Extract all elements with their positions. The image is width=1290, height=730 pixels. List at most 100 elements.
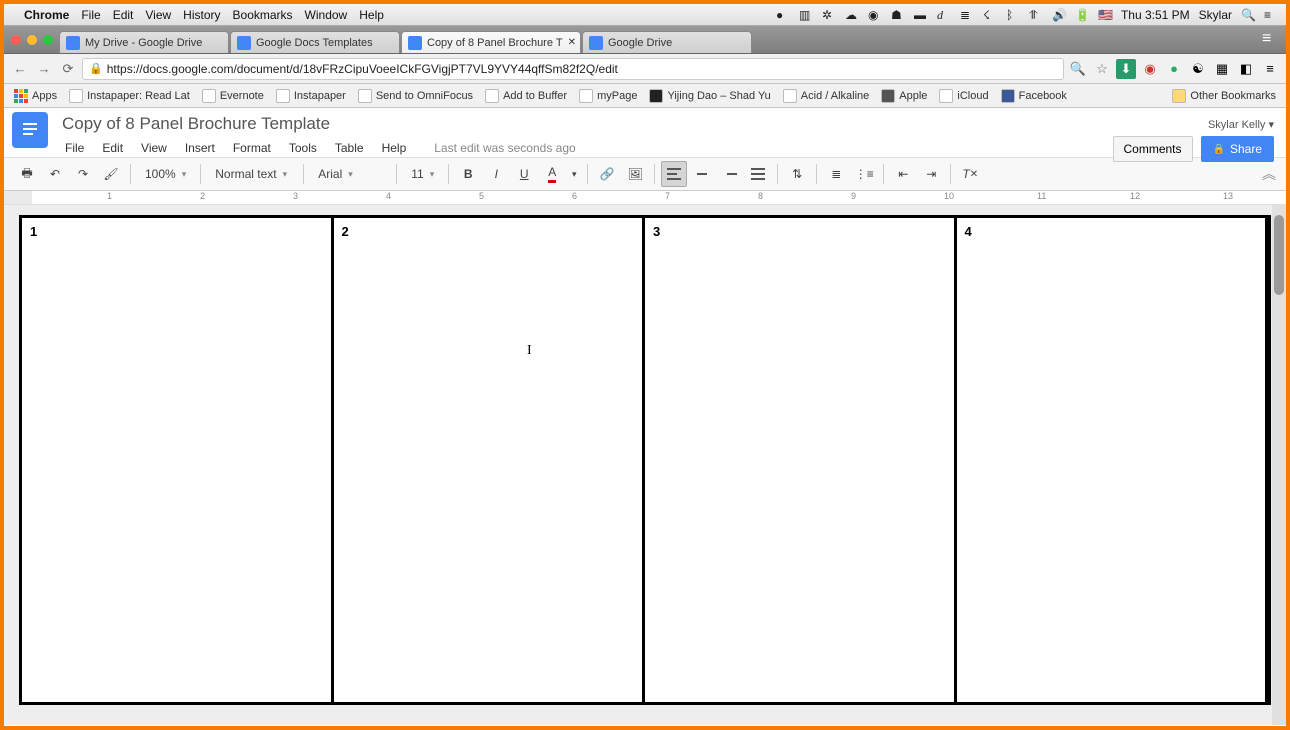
horizontal-ruler[interactable]: 1 2 3 4 5 6 7 8 9 10 11 12 13 xyxy=(4,191,1286,205)
other-bookmarks-button[interactable]: Other Bookmarks xyxy=(1168,89,1280,103)
document-title[interactable]: Copy of 8 Panel Brochure Template xyxy=(58,112,1278,136)
wifi-icon[interactable]: ⥣ xyxy=(1029,8,1043,22)
volume-icon[interactable]: 🔊 xyxy=(1052,8,1066,22)
menubar-icon[interactable]: ● xyxy=(776,8,790,22)
close-window-button[interactable] xyxy=(11,35,21,45)
align-justify-button[interactable] xyxy=(745,161,771,187)
last-edit-status[interactable]: Last edit was seconds ago xyxy=(427,139,582,157)
collapse-toolbar-icon[interactable]: ︽ xyxy=(1262,164,1276,184)
osx-menu-file[interactable]: File xyxy=(81,8,100,22)
address-bar[interactable]: 🔒 https://docs.google.com/document/d/18v… xyxy=(82,58,1064,80)
align-right-button[interactable] xyxy=(717,161,743,187)
document-canvas[interactable]: 1 2 3 4 I xyxy=(4,205,1286,725)
scrollbar-thumb[interactable] xyxy=(1274,215,1284,295)
menubar-icon[interactable]: ▬ xyxy=(914,8,928,22)
docs-menu-tools[interactable]: Tools xyxy=(282,139,324,157)
osx-menu-view[interactable]: View xyxy=(145,8,171,22)
comments-button[interactable]: Comments xyxy=(1113,136,1193,162)
bold-button[interactable]: B xyxy=(455,161,481,187)
bookmark-item[interactable]: Yijing Dao – Shad Yu xyxy=(645,89,774,103)
bookmark-item[interactable]: myPage xyxy=(575,89,641,103)
osx-menu-edit[interactable]: Edit xyxy=(113,8,134,22)
undo-button[interactable]: ↶ xyxy=(42,161,68,187)
browser-tab[interactable]: Google Docs Templates xyxy=(230,31,400,53)
osx-clock[interactable]: Thu 3:51 PM xyxy=(1121,8,1190,22)
share-button[interactable]: Share xyxy=(1201,136,1274,162)
osx-menu-help[interactable]: Help xyxy=(359,8,384,22)
text-color-button[interactable]: A xyxy=(539,161,565,187)
insert-link-button[interactable]: 🔗 xyxy=(594,161,620,187)
extension-icon[interactable]: ☯ xyxy=(1188,59,1208,79)
bookmark-item[interactable]: Apple xyxy=(877,89,931,103)
brochure-panel-3[interactable]: 3 xyxy=(645,218,957,702)
bookmark-item[interactable]: Evernote xyxy=(198,89,268,103)
increase-indent-button[interactable]: ⇥ xyxy=(918,161,944,187)
menubar-icon[interactable]: ☗ xyxy=(891,8,905,22)
brochure-panel-1[interactable]: 1 xyxy=(22,218,334,702)
redo-button[interactable]: ↷ xyxy=(70,161,96,187)
align-center-button[interactable] xyxy=(689,161,715,187)
osx-menu-bookmarks[interactable]: Bookmarks xyxy=(233,8,293,22)
menubar-icon[interactable]: d xyxy=(937,8,951,22)
extension-icon[interactable]: ◧ xyxy=(1236,59,1256,79)
chrome-menu-icon[interactable]: ≡ xyxy=(1262,30,1280,48)
document-page[interactable]: 1 2 3 4 I xyxy=(19,215,1271,705)
reload-button[interactable]: ⟳ xyxy=(58,59,78,79)
zoom-icon[interactable]: 🔍 xyxy=(1068,59,1088,79)
menubar-icon[interactable]: ≣ xyxy=(960,8,974,22)
vertical-scrollbar[interactable] xyxy=(1272,205,1286,725)
numbered-list-button[interactable]: ≣ xyxy=(823,161,849,187)
brochure-panel-4[interactable]: 4 xyxy=(957,218,1269,702)
osx-user[interactable]: Skylar xyxy=(1199,8,1232,22)
extension-icon[interactable]: ◉ xyxy=(1140,59,1160,79)
browser-tab-active[interactable]: Copy of 8 Panel Brochure T✕ xyxy=(401,31,581,53)
chrome-settings-icon[interactable]: ≡ xyxy=(1260,59,1280,79)
extension-icon[interactable]: ⬇ xyxy=(1116,59,1136,79)
menubar-icon[interactable]: ▥ xyxy=(799,8,813,22)
bookmark-item[interactable]: Instapaper xyxy=(272,89,350,103)
text-color-dropdown[interactable]: ▾ xyxy=(567,161,581,187)
extension-icon[interactable]: ▦ xyxy=(1212,59,1232,79)
menubar-icon[interactable]: ☇ xyxy=(983,8,997,22)
docs-menu-insert[interactable]: Insert xyxy=(178,139,222,157)
bookmark-item[interactable]: Facebook xyxy=(997,89,1071,103)
bookmark-item[interactable]: iCloud xyxy=(935,89,992,103)
bookmark-item[interactable]: Acid / Alkaline xyxy=(779,89,873,103)
print-button[interactable]: 🖶 xyxy=(14,161,40,187)
docs-menu-edit[interactable]: Edit xyxy=(95,139,130,157)
align-left-button[interactable] xyxy=(661,161,687,187)
osx-menu-window[interactable]: Window xyxy=(305,8,348,22)
notifications-icon[interactable]: ≡ xyxy=(1264,8,1278,22)
docs-menu-view[interactable]: View xyxy=(134,139,174,157)
zoom-window-button[interactable] xyxy=(43,35,53,45)
font-dropdown[interactable]: Arial xyxy=(310,161,390,187)
account-name[interactable]: Skylar Kelly xyxy=(1208,118,1274,131)
docs-menu-format[interactable]: Format xyxy=(226,139,278,157)
bookmark-item[interactable]: Add to Buffer xyxy=(481,89,571,103)
paint-format-button[interactable]: 🖌 xyxy=(98,161,124,187)
insert-image-button[interactable]: 🖼 xyxy=(622,161,648,187)
styles-dropdown[interactable]: Normal text xyxy=(207,161,297,187)
clear-formatting-button[interactable]: T✕ xyxy=(957,161,983,187)
brochure-panel-2[interactable]: 2 xyxy=(334,218,646,702)
back-button[interactable]: ← xyxy=(10,59,30,79)
browser-tab[interactable]: Google Drive xyxy=(582,31,752,53)
browser-tab[interactable]: My Drive - Google Drive xyxy=(59,31,229,53)
menubar-icon[interactable]: ◉ xyxy=(868,8,882,22)
zoom-dropdown[interactable]: 100% xyxy=(137,161,194,187)
minimize-window-button[interactable] xyxy=(27,35,37,45)
italic-button[interactable]: I xyxy=(483,161,509,187)
docs-menu-file[interactable]: File xyxy=(58,139,91,157)
decrease-indent-button[interactable]: ⇤ xyxy=(890,161,916,187)
bluetooth-icon[interactable]: ᛒ xyxy=(1006,8,1020,22)
close-tab-icon[interactable]: ✕ xyxy=(568,37,576,48)
docs-logo-icon[interactable] xyxy=(12,112,48,148)
extension-icon[interactable]: ● xyxy=(1164,59,1184,79)
forward-button[interactable]: → xyxy=(34,59,54,79)
font-size-dropdown[interactable]: 11 xyxy=(403,161,442,187)
underline-button[interactable]: U xyxy=(511,161,537,187)
osx-app-name[interactable]: Chrome xyxy=(24,8,69,22)
docs-menu-table[interactable]: Table xyxy=(328,139,371,157)
line-spacing-button[interactable]: ⇅ xyxy=(784,161,810,187)
bookmark-star-icon[interactable]: ☆ xyxy=(1092,59,1112,79)
